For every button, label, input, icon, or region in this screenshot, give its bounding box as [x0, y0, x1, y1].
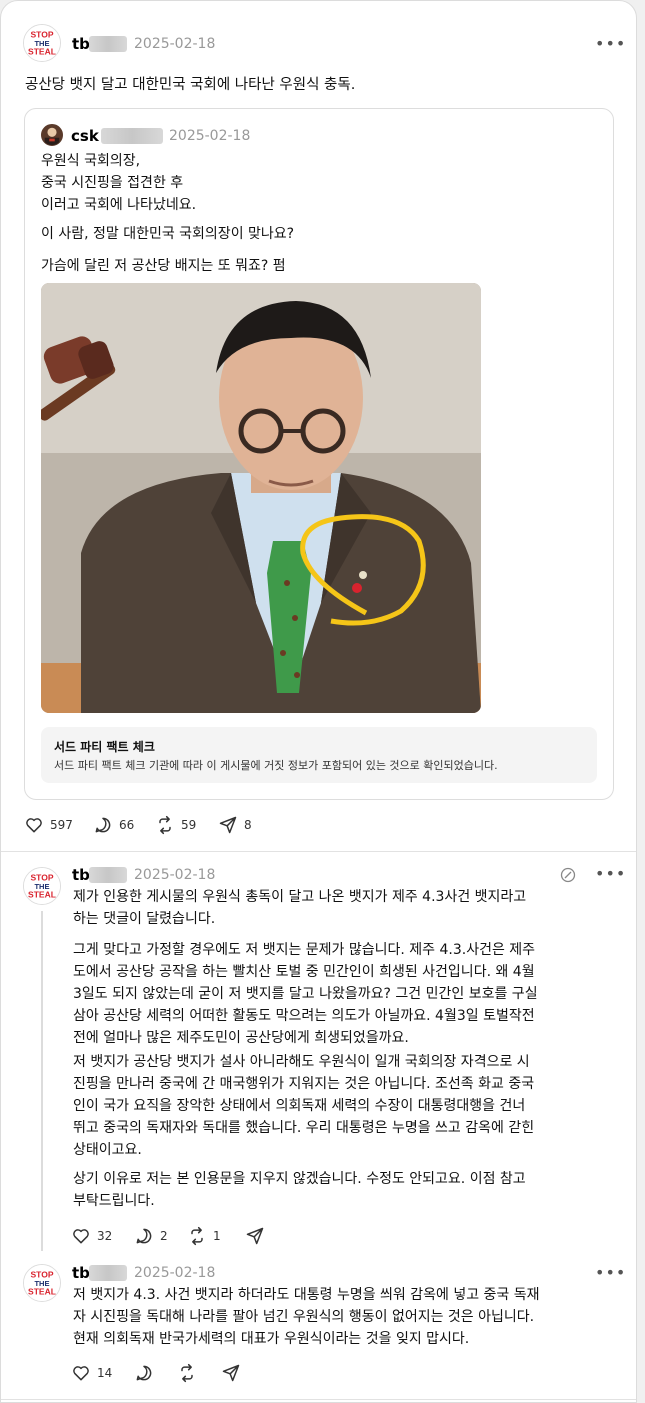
- badge-icon: [352, 583, 362, 593]
- repost-button[interactable]: 59: [155, 815, 196, 835]
- like-button[interactable]: 14: [71, 1363, 112, 1383]
- reply-date[interactable]: 2025-02-18: [134, 867, 215, 883]
- username-blur: [89, 867, 127, 883]
- reply-text: 저 뱃지가 공산당 뱃지가 설사 아니라해도 우원식이 일개 국회의장 자격으로…: [73, 1054, 535, 1158]
- comment-button[interactable]: 2: [134, 1226, 168, 1246]
- avatar[interactable]: STOP THE STEAL: [23, 24, 61, 62]
- comment-icon: [95, 817, 111, 833]
- heart-icon: [73, 1229, 89, 1244]
- username-blur: [101, 128, 163, 144]
- thread-card: STOP THE STEAL tb 2025-02-18 ••• 공산당 뱃지 …: [0, 0, 637, 1403]
- username-blur: [89, 36, 127, 52]
- quoted-username[interactable]: csk: [71, 127, 99, 145]
- like-button[interactable]: 597: [24, 815, 73, 835]
- username[interactable]: tb: [72, 35, 90, 53]
- share-button[interactable]: 8: [218, 815, 252, 835]
- like-count: 14: [97, 1366, 113, 1380]
- svg-text:STOP: STOP: [30, 872, 53, 882]
- comment-icon: [136, 1365, 152, 1381]
- fact-check-text: 서드 파티 팩트 체크 기관에 따라 이 게시물에 거짓 정보가 포함되어 있는…: [54, 759, 498, 772]
- share-button[interactable]: [221, 1363, 247, 1383]
- repost-icon: [191, 1226, 203, 1246]
- more-icon[interactable]: •••: [595, 34, 626, 53]
- reply-text: 제가 인용한 게시물의 우원식 총독이 달고 나온 뱃지가 제주 4.3사건 뱃…: [73, 889, 527, 927]
- like-count: 32: [97, 1229, 113, 1243]
- repost-count: 59: [181, 818, 197, 832]
- divider: [1, 851, 636, 852]
- svg-text:STEAL: STEAL: [28, 1286, 56, 1296]
- share-count: 8: [244, 818, 252, 832]
- reply-text: 그게 맞다고 가정할 경우에도 저 뱃지는 문제가 많습니다. 제주 4.3.사…: [73, 942, 538, 1046]
- post-text: 공산당 뱃지 달고 대한민국 국회에 나타난 우원식 충독.: [25, 77, 356, 93]
- comment-count: 66: [119, 818, 135, 832]
- more-icon[interactable]: •••: [595, 864, 626, 883]
- divider: [1, 1399, 636, 1400]
- edit-icon[interactable]: [560, 867, 576, 883]
- svg-text:STEAL: STEAL: [28, 889, 56, 899]
- svg-text:STOP: STOP: [30, 1269, 53, 1279]
- thread-line: [41, 911, 43, 1251]
- quoted-para3: 가슴에 달린 저 공산당 배지는 또 뭐죠? 펌: [41, 258, 286, 274]
- repost-icon: [159, 815, 171, 835]
- reply-text: 저 뱃지가 4.3. 사건 뱃지라 하더라도 대통령 누명을 씌워 감옥에 넣고…: [73, 1287, 540, 1347]
- fact-check-title: 서드 파티 팩트 체크: [54, 740, 155, 754]
- heart-icon: [26, 818, 42, 833]
- repost-button[interactable]: 1: [187, 1226, 221, 1246]
- post-photo[interactable]: [41, 283, 481, 713]
- comment-button[interactable]: [134, 1363, 160, 1383]
- quoted-text: 우원식 국회의장, 중국 시진핑을 접견한 후 이러고 국회에 나타났네요.: [41, 153, 197, 213]
- username-blur: [89, 1265, 127, 1281]
- like-button[interactable]: 32: [71, 1226, 112, 1246]
- username[interactable]: tb: [72, 1264, 90, 1282]
- comment-icon: [136, 1228, 152, 1244]
- like-count: 597: [50, 818, 73, 832]
- share-button[interactable]: [245, 1226, 271, 1246]
- quoted-date[interactable]: 2025-02-18: [169, 128, 250, 144]
- comment-count: 2: [160, 1229, 168, 1243]
- svg-text:STEAL: STEAL: [28, 46, 56, 56]
- avatar[interactable]: STOP THE STEAL: [23, 1264, 61, 1302]
- quoted-para2: 이 사람, 정말 대한민국 국회의장이 맞나요?: [41, 226, 295, 242]
- avatar-text: STOP: [30, 29, 53, 39]
- repost-count: 1: [213, 1229, 221, 1243]
- avatar[interactable]: STOP THE STEAL: [23, 867, 61, 905]
- fact-check-box[interactable]: 서드 파티 팩트 체크 서드 파티 팩트 체크 기관에 따라 이 게시물에 거짓…: [41, 727, 597, 783]
- quoted-avatar[interactable]: [41, 124, 63, 146]
- username[interactable]: tb: [72, 866, 90, 884]
- comment-button[interactable]: 66: [93, 815, 134, 835]
- share-icon: [246, 1227, 264, 1245]
- repost-icon: [181, 1363, 193, 1383]
- repost-button[interactable]: [177, 1363, 203, 1383]
- heart-icon: [73, 1366, 89, 1381]
- reply-text: 상기 이유로 저는 본 인용문을 지우지 않겠습니다. 수정도 안되고요. 이점…: [73, 1171, 526, 1209]
- share-icon: [219, 816, 237, 834]
- post-date[interactable]: 2025-02-18: [134, 36, 215, 52]
- reply-date[interactable]: 2025-02-18: [134, 1265, 215, 1281]
- more-icon[interactable]: •••: [595, 1263, 626, 1282]
- share-icon: [222, 1364, 240, 1382]
